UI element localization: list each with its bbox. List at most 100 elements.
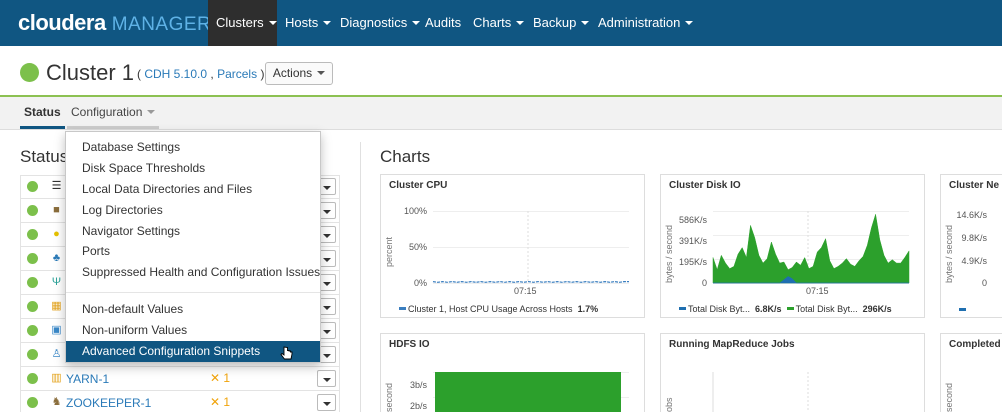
menu-item-suppressed-health[interactable]: Suppressed Health and Configuration Issu… (66, 262, 320, 283)
charts-section-title: Charts (380, 147, 431, 166)
service-status-icon (27, 301, 38, 312)
menu-item-ports[interactable]: Ports (66, 241, 320, 262)
hdfs-icon: ■ (53, 204, 60, 216)
grid-icon: ▦ (51, 300, 62, 312)
service-status-icon (27, 253, 38, 264)
legend-series-name: Total Disk Byt... (795, 304, 858, 314)
list-icon: ☰ (51, 180, 62, 192)
nav-diagnostics[interactable]: Diagnostics (332, 0, 428, 46)
y-tick-label: 0 (981, 278, 987, 288)
nav-backup[interactable]: Backup (525, 0, 597, 46)
config-warning[interactable]: ✕ 1 (210, 371, 230, 385)
logo-secondary: MANAGER (111, 14, 212, 35)
chart-card-completed[interactable]: Completed second (940, 333, 1002, 412)
nav-administration-label: Administration (598, 15, 681, 30)
service-name-link[interactable]: YARN-1 (66, 372, 109, 386)
status-section-title: Status (20, 147, 69, 166)
nav-audits-label: Audits (425, 15, 462, 30)
nav-clusters[interactable]: Clusters (208, 0, 277, 46)
hdfs-io-plot (433, 372, 629, 412)
chevron-down-icon (323, 282, 331, 286)
cpu-plot (432, 211, 629, 284)
y-tick-label: 0 (701, 278, 707, 288)
actions-label: Actions (272, 66, 313, 80)
chart-legend: Total Disk Byt... 6.8K/s Total Disk Byt.… (679, 304, 892, 314)
menu-separator (66, 292, 320, 293)
chart-title: Running MapReduce Jobs (669, 339, 795, 350)
service-status-icon (27, 205, 38, 216)
legend-series-value: 1.7% (577, 304, 599, 314)
tab-configuration[interactable]: Configuration (67, 97, 160, 129)
chevron-down-icon (323, 306, 331, 310)
cluster-status-icon (20, 63, 39, 82)
chevron-down-icon (323, 20, 332, 25)
menu-item-navigator-settings[interactable]: Navigator Settings (66, 221, 320, 242)
legend-swatch (679, 307, 686, 311)
y-tick-label: 391K/s (678, 236, 707, 246)
service-status-icon (27, 397, 38, 408)
chevron-down-icon (685, 20, 694, 25)
menu-item-non-uniform-values[interactable]: Non-uniform Values (66, 320, 320, 341)
parcels-link[interactable]: Parcels (217, 67, 257, 81)
chevron-down-icon (323, 234, 331, 238)
config-warning-count: 1 (223, 395, 231, 409)
cluster-title: Cluster 1 (46, 60, 135, 85)
chart-legend: Cluster 1, Host CPU Usage Across Hosts 1… (399, 304, 598, 314)
chart-card-cluster-disk-io[interactable]: Cluster Disk IO bytes / second 586K/s 39… (660, 174, 925, 318)
y-axis-label: second (944, 382, 954, 412)
nav-hosts[interactable]: Hosts (277, 0, 339, 46)
service-status-icon (27, 349, 38, 360)
menu-item-non-default-values[interactable]: Non-default Values (66, 299, 320, 320)
y-tick-label: 100% (403, 206, 427, 216)
menu-item-disk-space-thresholds[interactable]: Disk Space Thresholds (66, 158, 320, 179)
service-row[interactable]: ▥ YARN-1 ✕ 1 (20, 367, 340, 391)
chevron-down-icon (323, 258, 331, 262)
chevron-down-icon (317, 70, 326, 75)
hdfs-io-area (435, 372, 621, 412)
chart-title: Cluster Ne (949, 180, 1000, 191)
chart-card-running-mapreduce-jobs[interactable]: Running MapReduce Jobs obs (660, 333, 925, 412)
legend-series-name: Total Disk Byt... (688, 304, 751, 314)
chart-title: Cluster CPU (389, 180, 448, 191)
chart-card-cluster-cpu[interactable]: Cluster CPU percent 100% 50% 0% 07:15 Cl… (380, 174, 645, 318)
menu-item-log-directories[interactable]: Log Directories (66, 200, 320, 221)
legend-series-name: Cluster 1, Host CPU Usage Across Hosts (408, 304, 573, 314)
fork-icon: Ψ (51, 276, 62, 288)
service-name-link[interactable]: ZOOKEEPER-1 (66, 396, 151, 410)
menu-item-local-data-directories[interactable]: Local Data Directories and Files (66, 179, 320, 200)
cloudera-manager-logo[interactable]: cloudera MANAGER (18, 10, 211, 36)
actions-button[interactable]: Actions (265, 62, 333, 85)
mapreduce-plot (712, 372, 809, 412)
service-actions-dropdown[interactable] (317, 370, 336, 387)
paren-open: ( (137, 67, 141, 81)
chart-card-hdfs-io[interactable]: HDFS IO second 3b/s 2b/s (380, 333, 645, 412)
wrench-icon: ✕ (210, 371, 221, 385)
chevron-down-icon (323, 402, 331, 406)
nav-charts-label: Charts (473, 15, 512, 30)
service-actions-dropdown[interactable] (317, 394, 336, 411)
cdh-version-link[interactable]: CDH 5.10.0 (144, 67, 207, 81)
menu-item-database-settings[interactable]: Database Settings (66, 137, 320, 158)
config-warning[interactable]: ✕ 1 (210, 395, 230, 409)
nav-audits[interactable]: Audits (417, 0, 469, 46)
y-tick-label: 195K/s (678, 257, 707, 267)
hue-icon: ♣ (52, 252, 61, 264)
yarn-icon: ▥ (51, 372, 62, 384)
legend-swatch (399, 307, 406, 311)
subtab-bar: Status Configuration (0, 97, 1002, 130)
tab-status[interactable]: Status (20, 97, 65, 129)
y-tick-label: 14.6K/s (956, 210, 987, 220)
service-row[interactable]: ♞ ZOOKEEPER-1 ✕ 1 (20, 391, 340, 412)
chevron-down-icon (147, 109, 156, 114)
legend-series-value: 296K/s (862, 304, 892, 314)
legend-series-value: 6.8K/s (755, 304, 782, 314)
y-tick-label: 0% (413, 278, 427, 288)
nav-administration[interactable]: Administration (590, 0, 701, 46)
y-tick-label: 50% (408, 242, 427, 252)
legend-swatch (959, 308, 966, 311)
chart-card-cluster-network[interactable]: Cluster Ne bytes / second 14.6K/s 9.8K/s… (940, 174, 1002, 318)
cpu-usage-line (432, 280, 629, 283)
chevron-down-icon (323, 330, 331, 334)
zookeeper-icon: ♞ (51, 396, 62, 408)
nav-charts[interactable]: Charts (465, 0, 532, 46)
